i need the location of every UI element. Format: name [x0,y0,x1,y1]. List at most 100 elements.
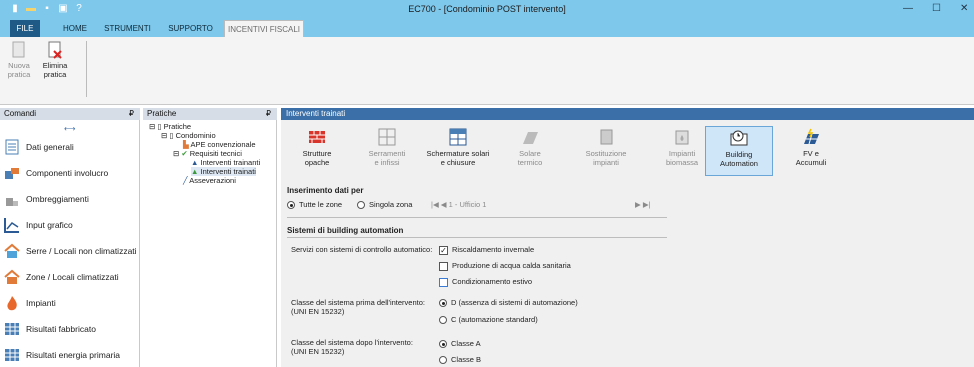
radio-indicator [439,316,447,325]
radio-singola-zona[interactable]: Singola zona [357,200,412,210]
tree-label: Condominio [175,131,216,140]
radio-label: C (automazione standard) [451,315,538,324]
building-automation-icon [730,129,748,147]
nav-zone[interactable]: Zone / Locali climatizzati [0,266,140,288]
wall-bricks-icon [308,128,326,146]
pin-icon[interactable]: ₽ [266,108,271,120]
collapse-icon[interactable]: ⟷ [64,124,75,133]
nav-label: Input grafico [26,220,73,230]
graph-input-icon [4,217,20,233]
tree-node-asseverazioni[interactable]: ╱ Asseverazioni [183,176,236,185]
radio-label: Classe A [451,339,481,348]
radio-indicator [439,356,447,365]
tool-schermature[interactable]: Schermature solari e chiusure [423,126,493,176]
tool-label: Serramenti e infissi [368,149,406,167]
nav-serre[interactable]: Serre / Locali non climatizzati [0,240,140,262]
pin-icon[interactable]: ₽ [129,108,134,120]
nav-label: Risultati energia primaria [26,350,121,360]
boiler-icon [597,128,615,146]
tool-solare-termico[interactable]: Solare termico [495,126,565,176]
nav-label: Componenti involucro [26,168,109,178]
checkbox-acqua-calda[interactable]: Produzione di acqua calda sanitaria [439,261,571,271]
tab-supporto[interactable]: SUPPORTO [163,20,218,37]
tree-node-trainanti[interactable]: ▲ Interventi trainanti [191,158,260,167]
nav-input-grafico[interactable]: Input grafico [0,214,140,236]
zone-navigator[interactable]: |◀ ◀ 1 - Ufficio 1 [431,200,486,209]
solar-thermal-icon [521,128,539,146]
tree-node-condominio[interactable]: ⊟ ▯ Condominio [161,131,216,140]
close-button[interactable]: ✕ [960,3,968,14]
tool-serramenti[interactable]: Serramenti e infissi [353,126,421,176]
pratiche-tree: ⊟ ▯ Pratiche ⊟ ▯ Condominio ▙ APE conven… [143,120,277,367]
tree-label: Requisiti tecnici [189,149,242,158]
tree-label: Interventi trainanti [200,158,261,167]
maximize-button[interactable]: ☐ [932,3,941,14]
tool-building-automation[interactable]: Building Automation [705,126,773,176]
tree-label: APE convenzionale [190,140,256,149]
ribbon-tabs: FILE HOME STRUMENTI SUPPORTO INCENTIVI F… [0,20,974,37]
radio-label: Tutte le zone [299,200,343,209]
shading-icon [4,191,20,207]
ribbon-separator [86,41,87,97]
house-icon [4,243,20,259]
comandi-panel: ⟷ Dati generali Componenti involucro Omb… [0,120,140,367]
tree-node-pratiche[interactable]: ⊟ ▯ Pratiche [149,122,191,131]
new-document-icon [11,41,27,59]
checkbox-label: Condizionamento estivo [452,277,533,286]
tree-label: Asseverazioni [189,176,236,185]
radio-classe-d[interactable]: D (assenza di sistemi di automazione) [439,298,578,308]
zone-next-buttons[interactable]: ▶ ▶| [635,200,651,209]
zone-value: 1 - Ufficio 1 [448,200,487,209]
tab-file[interactable]: FILE [10,20,40,37]
nav-label: Dati generali [26,142,74,152]
tool-fv-accumuli[interactable]: FV e Accumuli [777,126,845,176]
house-arrow-icon: ▲ [191,167,199,176]
ribbon: Nuova pratica Elimina pratica [0,37,974,105]
delete-pratica-label: Elimina pratica [42,61,68,79]
biomass-icon [673,128,691,146]
results-table-icon [4,321,20,337]
radio-indicator [287,201,295,210]
sistemi-title: Sistemi di building automation [287,226,404,235]
comandi-panel-title: Comandi ₽ [0,108,140,120]
tab-strumenti[interactable]: STRUMENTI [100,20,155,37]
nav-risultati-energia[interactable]: Risultati energia primaria [0,344,140,366]
flame-icon [4,295,20,311]
divider [287,237,667,238]
nav-risultati-fabbricato[interactable]: Risultati fabbricato [0,318,140,340]
nav-label: Impianti [26,298,56,308]
nav-ombreggiamenti[interactable]: Ombreggiamenti [0,188,140,210]
tool-sostituzione-impianti[interactable]: Sostituzione impianti [567,126,645,176]
checkbox-riscaldamento[interactable]: ✓ Riscaldamento invernale [439,245,534,255]
tool-label: FV e Accumuli [795,149,827,167]
nav-componenti-involucro[interactable]: Componenti involucro [0,162,140,184]
tab-home[interactable]: HOME [55,20,95,37]
delete-pratica-button[interactable]: Elimina pratica [38,41,72,79]
nav-label: Serre / Locali non climatizzati [26,246,137,256]
radio-classe-c[interactable]: C (automazione standard) [439,315,538,325]
inserimento-title: Inserimento dati per [287,186,364,195]
nav-dati-generali[interactable]: Dati generali [0,136,140,158]
radio-tutte-zone[interactable]: Tutte le zone [287,200,343,210]
radio-classe-a[interactable]: Classe A [439,339,481,349]
check-icon: ✔ [181,149,188,158]
minimize-button[interactable]: — [903,3,913,14]
tree-node-ape[interactable]: ▙ APE convenzionale [183,140,256,149]
nav-label: Ombreggiamenti [26,194,89,204]
nav-impianti[interactable]: Impianti [0,292,140,314]
checkbox-condizionamento[interactable]: Condizionamento estivo [439,277,532,287]
tab-incentivi-fiscali[interactable]: INCENTIVI FISCALI [224,20,304,37]
document-icon [4,139,20,155]
new-pratica-button[interactable]: Nuova pratica [2,41,36,79]
tree-node-requisiti[interactable]: ⊟ ✔ Requisiti tecnici [173,149,242,158]
tree-node-trainati[interactable]: ▲ Interventi trainati [191,167,256,176]
radio-indicator [357,201,365,210]
comandi-title: Comandi [4,109,37,118]
delete-document-icon [47,41,63,59]
pen-icon: ╱ [183,176,188,185]
main-header: Interventi trainati [281,108,974,120]
tool-strutture-opache[interactable]: Strutture opache [283,126,351,176]
checkbox-label: Riscaldamento invernale [452,245,535,254]
radio-indicator [439,299,447,308]
radio-classe-b[interactable]: Classe B [439,355,481,365]
